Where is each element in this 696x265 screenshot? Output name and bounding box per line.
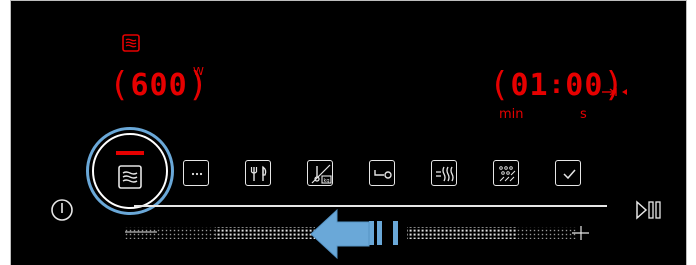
oven-control-panel: ( 600 ) W ( 01 : 00 ) min s kg (10, 0, 687, 265)
weight-kg-icon: kg (311, 164, 332, 184)
slider-handle-bars-icon (369, 221, 398, 245)
timer-min-label: min (499, 107, 524, 122)
slider-handle[interactable] (367, 219, 401, 247)
weight-program-button[interactable]: kg (307, 160, 333, 186)
timer-sec-label: s (580, 107, 587, 122)
power-icon (51, 199, 73, 221)
more-programs-button[interactable] (183, 160, 209, 186)
selection-bar (116, 151, 144, 155)
confirm-button[interactable] (555, 160, 581, 186)
microwave-icon (118, 165, 142, 189)
microwave-mode-indicator-icon (122, 34, 140, 52)
ellipsis-icon (191, 172, 203, 176)
cleaning-button[interactable] (493, 160, 519, 186)
drops-icon (499, 166, 516, 182)
power-bracket-left: ( (109, 65, 131, 105)
play-pause-icon (636, 200, 661, 220)
power-button[interactable] (47, 195, 77, 225)
steam-button[interactable] (431, 160, 457, 186)
timer-bracket-left: ( (489, 65, 511, 105)
timer-seconds: 00 (565, 67, 604, 103)
power-unit: W (193, 65, 204, 78)
set-duration-arrow-icon (601, 83, 637, 96)
microwave-button[interactable] (92, 133, 168, 209)
start-pause-button[interactable] (633, 195, 665, 225)
checkmark-icon (563, 169, 576, 180)
cooking-assist-button[interactable] (245, 160, 271, 186)
swipe-left-arrow-icon (309, 207, 371, 261)
timer-minutes: 01 (510, 67, 549, 103)
fork-knife-icon (250, 165, 267, 181)
child-lock-button[interactable] (369, 160, 395, 186)
timer-colon: : (548, 70, 566, 100)
svg-text:kg: kg (323, 178, 329, 184)
power-value: 600 (130, 67, 188, 103)
steam-icon (436, 166, 454, 182)
key-icon (374, 170, 392, 179)
